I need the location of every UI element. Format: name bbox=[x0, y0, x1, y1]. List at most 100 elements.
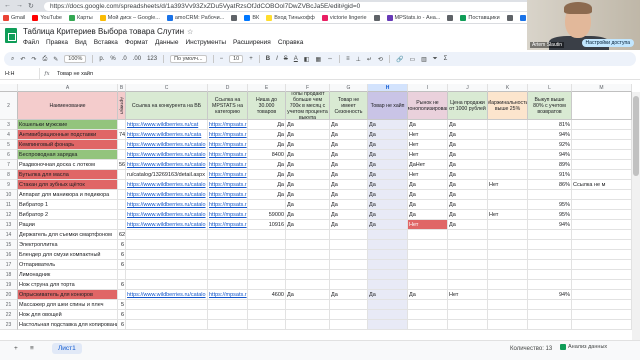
table-cell[interactable] bbox=[572, 140, 632, 150]
table-cell[interactable]: https://mpsats.r bbox=[208, 190, 248, 200]
table-cell[interactable] bbox=[286, 320, 330, 330]
table-cell[interactable] bbox=[572, 170, 632, 180]
table-cell[interactable] bbox=[528, 280, 572, 290]
table-cell[interactable] bbox=[572, 200, 632, 210]
table-cell[interactable]: Да bbox=[448, 190, 488, 200]
table-cell[interactable]: Да bbox=[368, 150, 408, 160]
table-cell[interactable] bbox=[572, 320, 632, 330]
table-cell[interactable] bbox=[408, 280, 448, 290]
table-cell[interactable]: https://www.wildberries.ru/catalo bbox=[126, 180, 208, 190]
table-cell[interactable]: https://www.wildberries.ru/catalo bbox=[126, 210, 208, 220]
number-format-button[interactable]: 123 bbox=[147, 56, 157, 62]
table-cell[interactable] bbox=[572, 190, 632, 200]
column-header-c[interactable]: C bbox=[126, 84, 208, 92]
table-cell[interactable]: Да bbox=[330, 130, 368, 140]
header-cell[interactable]: Ссылка на конкурента на ВБ bbox=[126, 92, 208, 120]
row-number[interactable]: 2 bbox=[0, 92, 18, 120]
table-cell[interactable] bbox=[572, 210, 632, 220]
align-left-icon[interactable]: ≡ bbox=[346, 56, 350, 62]
formula-input[interactable]: Товар не хайп bbox=[54, 71, 93, 77]
header-cell[interactable]: Цена продажи от 1000 рублей bbox=[448, 92, 488, 120]
table-cell[interactable] bbox=[286, 280, 330, 290]
row-number[interactable]: 12 bbox=[0, 210, 18, 220]
column-header-f[interactable]: F bbox=[286, 84, 330, 92]
table-cell[interactable] bbox=[488, 220, 528, 230]
merge-cells-icon[interactable]: ⇔ bbox=[327, 56, 333, 62]
table-cell[interactable]: 92% bbox=[528, 140, 572, 150]
borders-icon[interactable]: ▦ bbox=[315, 56, 321, 63]
table-cell[interactable] bbox=[118, 150, 126, 160]
column-header-l[interactable]: L bbox=[528, 84, 572, 92]
table-cell[interactable] bbox=[488, 160, 528, 170]
table-cell[interactable]: Да bbox=[248, 120, 286, 130]
table-cell[interactable]: Нет bbox=[448, 290, 488, 300]
bookmark-item[interactable]: Вход Тинькофф bbox=[266, 14, 315, 21]
valign-icon[interactable]: ⊥ bbox=[356, 56, 361, 63]
table-cell[interactable] bbox=[488, 280, 528, 290]
column-header-k[interactable]: K bbox=[488, 84, 528, 92]
table-cell[interactable]: Да bbox=[330, 210, 368, 220]
table-cell[interactable]: 81% bbox=[528, 120, 572, 130]
table-cell[interactable] bbox=[330, 280, 368, 290]
font-size-input[interactable]: 10 bbox=[229, 55, 244, 63]
table-cell[interactable]: 91% bbox=[528, 170, 572, 180]
row-number[interactable]: 11 bbox=[0, 200, 18, 210]
table-cell[interactable] bbox=[286, 230, 330, 240]
table-cell[interactable]: https://www.wildberries.ru/catalo bbox=[126, 160, 208, 170]
table-cell[interactable]: Да bbox=[330, 140, 368, 150]
table-cell[interactable] bbox=[126, 230, 208, 240]
table-cell[interactable] bbox=[488, 120, 528, 130]
table-cell[interactable]: Антивибрационные подставки bbox=[18, 130, 118, 140]
table-cell[interactable] bbox=[408, 230, 448, 240]
table-cell[interactable]: https://mpsats.r bbox=[208, 130, 248, 140]
vertical-scrollbar[interactable] bbox=[632, 92, 640, 340]
table-cell[interactable] bbox=[118, 290, 126, 300]
table-cell[interactable]: Да bbox=[448, 180, 488, 190]
bookmark-item[interactable] bbox=[506, 14, 513, 21]
table-cell[interactable]: Нет bbox=[408, 220, 448, 230]
table-cell[interactable] bbox=[208, 280, 248, 290]
column-header-m[interactable]: M bbox=[572, 84, 632, 92]
table-cell[interactable] bbox=[118, 270, 126, 280]
table-cell[interactable] bbox=[208, 310, 248, 320]
table-cell[interactable] bbox=[118, 140, 126, 150]
all-sheets-button[interactable]: ≡ bbox=[30, 345, 34, 352]
star-icon[interactable]: ☆ bbox=[187, 29, 193, 36]
table-cell[interactable]: Да bbox=[368, 120, 408, 130]
table-cell[interactable]: Да bbox=[368, 140, 408, 150]
table-cell[interactable] bbox=[572, 270, 632, 280]
table-cell[interactable]: 62 bbox=[118, 230, 126, 240]
table-cell[interactable] bbox=[488, 200, 528, 210]
row-number[interactable]: 3 bbox=[0, 120, 18, 130]
search-menu-icon[interactable]: ⌕ bbox=[11, 56, 14, 63]
table-cell[interactable]: 74 bbox=[118, 130, 126, 140]
table-cell[interactable]: Да bbox=[330, 290, 368, 300]
table-cell[interactable]: Да bbox=[448, 150, 488, 160]
table-cell[interactable] bbox=[286, 270, 330, 280]
table-cell[interactable]: Да bbox=[248, 180, 286, 190]
forward-arrow-icon[interactable]: → bbox=[16, 2, 23, 10]
table-cell[interactable] bbox=[488, 320, 528, 330]
reload-icon[interactable]: ↻ bbox=[28, 2, 34, 10]
bookmark-item[interactable]: Мой диск – Google... bbox=[99, 14, 160, 21]
table-cell[interactable] bbox=[528, 230, 572, 240]
table-cell[interactable] bbox=[572, 300, 632, 310]
table-cell[interactable]: https://mpsats.r bbox=[208, 210, 248, 220]
table-cell[interactable] bbox=[126, 260, 208, 270]
table-cell[interactable]: Да bbox=[448, 140, 488, 150]
header-cell[interactable] bbox=[572, 92, 632, 120]
menu-item[interactable]: Справка bbox=[278, 39, 304, 46]
table-cell[interactable] bbox=[528, 310, 572, 320]
table-cell[interactable] bbox=[286, 310, 330, 320]
table-cell[interactable] bbox=[368, 300, 408, 310]
table-cell[interactable] bbox=[408, 260, 448, 270]
column-header-j[interactable]: J bbox=[448, 84, 488, 92]
row-number[interactable]: 6 bbox=[0, 150, 18, 160]
table-cell[interactable]: Да bbox=[448, 130, 488, 140]
table-cell[interactable]: 6 bbox=[118, 240, 126, 250]
table-cell[interactable]: Нет bbox=[488, 210, 528, 220]
paint-format-icon[interactable]: ✎ bbox=[53, 56, 58, 63]
table-cell[interactable] bbox=[248, 200, 286, 210]
table-cell[interactable]: https://www.wildberries.ru/catalo bbox=[126, 290, 208, 300]
text-color-button[interactable]: A bbox=[294, 56, 298, 62]
